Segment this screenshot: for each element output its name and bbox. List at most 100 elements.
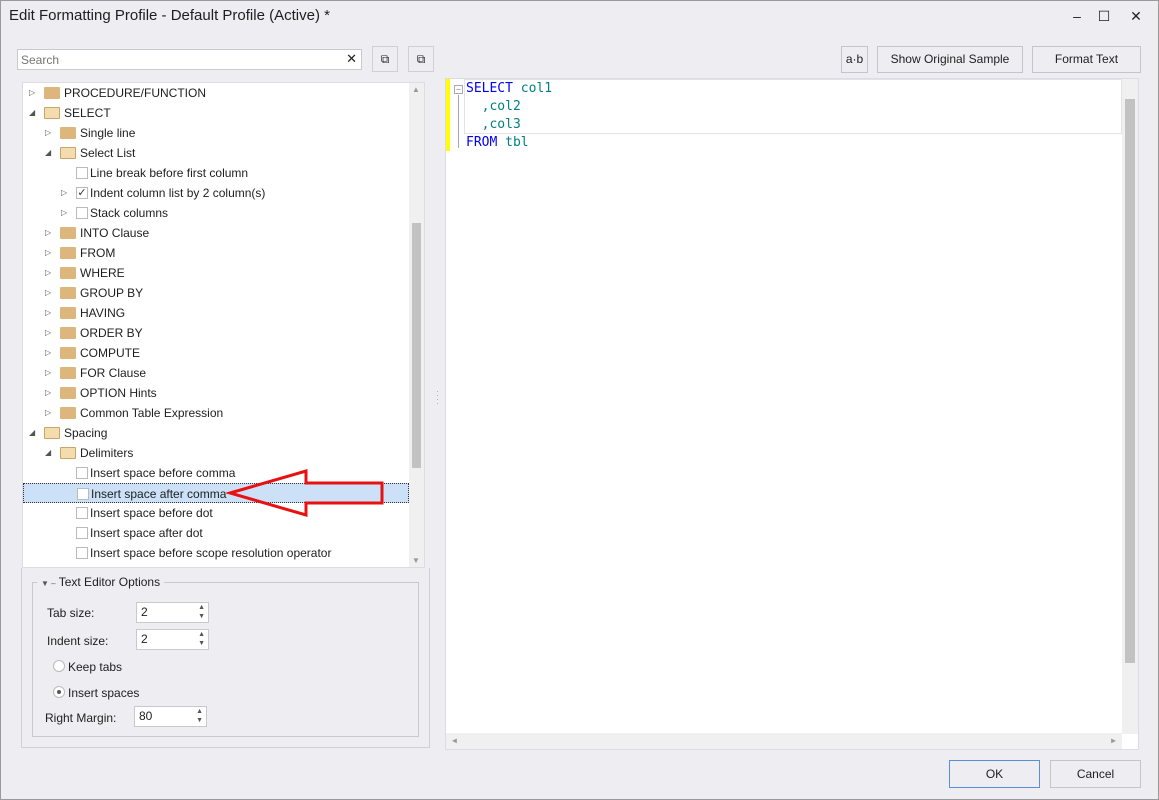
checkbox[interactable] (76, 207, 88, 219)
checkbox[interactable] (76, 507, 88, 519)
clear-search-icon[interactable]: ✕ (346, 51, 357, 67)
tree-item-label: INTO Clause (80, 226, 150, 240)
expanded-arrow-icon[interactable]: ◢ (45, 143, 51, 163)
collapsed-arrow-icon[interactable]: ▷ (45, 363, 51, 383)
expanded-arrow-icon[interactable]: ◢ (45, 443, 51, 463)
tree-scrollbar[interactable]: ▲ ▼ (409, 83, 424, 567)
expand-all-button[interactable]: ⧉ (372, 46, 398, 72)
tree-item[interactable]: ▷ FROM (23, 243, 409, 263)
code-token: tbl (497, 135, 529, 150)
collapsed-arrow-icon[interactable]: ▷ (45, 343, 51, 363)
collapsed-arrow-icon[interactable]: ▷ (45, 223, 51, 243)
checkbox[interactable]: ✓ (76, 187, 88, 199)
tree-item-label: Single line (80, 126, 136, 140)
collapsed-arrow-icon[interactable]: ▷ (45, 283, 51, 303)
fold-toggle-icon[interactable]: − (454, 85, 463, 94)
tree-item-label: Insert space after comma (91, 487, 227, 501)
tree-item[interactable]: Insert space before scope resolution ope… (23, 543, 409, 563)
collapsed-arrow-icon[interactable]: ▷ (29, 83, 35, 103)
folder-icon (60, 227, 76, 239)
tree-item[interactable]: ▷ INTO Clause (23, 223, 409, 243)
minimize-button[interactable]: – (1065, 5, 1089, 27)
tree-item[interactable]: ▷ Single line (23, 123, 409, 143)
folder-icon (60, 267, 76, 279)
tree-item[interactable]: Line break before first column (23, 163, 409, 183)
code-token: SELECT (466, 81, 513, 96)
tree-item[interactable]: ▷ HAVING (23, 303, 409, 323)
show-original-sample-button[interactable]: Show Original Sample (877, 46, 1023, 73)
tree-item[interactable]: ◢ SELECT (23, 103, 409, 123)
editor-scroll-thumb[interactable] (1125, 99, 1135, 663)
collapsed-arrow-icon[interactable]: ▷ (45, 323, 51, 343)
tree-item-label: GROUP BY (80, 286, 144, 300)
sql-preview-editor[interactable]: − SELECT col1 ,col2 ,col3 FROM tbl ◀ ▶ (445, 78, 1139, 750)
folder-open-icon (44, 107, 60, 119)
collapsed-arrow-icon[interactable]: ▷ (45, 123, 51, 143)
splitter-grip-icon[interactable]: · · · · (436, 387, 439, 408)
tree-item-label: Delimiters (80, 446, 134, 460)
code-token: FROM (466, 135, 498, 150)
tree-item[interactable]: ▷ PROCEDURE/FUNCTION (23, 83, 409, 103)
cancel-button[interactable]: Cancel (1050, 760, 1141, 788)
tree-item[interactable]: ▷ GROUP BY (23, 283, 409, 303)
code-line: FROM tbl (466, 135, 529, 150)
tree-item-label: Common Table Expression (80, 406, 224, 420)
ok-button[interactable]: OK (949, 760, 1040, 788)
collapse-all-button[interactable]: ⧉ (408, 46, 434, 72)
tree-item[interactable]: ▷ Common Table Expression (23, 403, 409, 423)
collapsed-arrow-icon[interactable]: ▷ (45, 243, 51, 263)
collapsed-arrow-icon[interactable]: ▷ (45, 383, 51, 403)
change-bar (446, 79, 450, 151)
tree-item-label: Insert space before dot (90, 506, 213, 520)
options-panel-border (21, 568, 430, 748)
tree-item-label: Line break before first column (90, 166, 249, 180)
tree-item[interactable]: ▷ COMPUTE (23, 343, 409, 363)
tree-item-label: WHERE (80, 266, 125, 280)
tree-item-label: ORDER BY (80, 326, 143, 340)
tree-item[interactable]: ▷ OPTION Hints (23, 383, 409, 403)
checkbox[interactable] (76, 547, 88, 559)
tree-item-label: Insert space before scope resolution ope… (90, 546, 332, 560)
collapsed-arrow-icon[interactable]: ▷ (61, 203, 67, 223)
collapsed-arrow-icon[interactable]: ▷ (45, 403, 51, 423)
tree-item-label: Select List (80, 146, 136, 160)
expanded-arrow-icon[interactable]: ◢ (29, 103, 35, 123)
collapsed-arrow-icon[interactable]: ▷ (45, 303, 51, 323)
tree-item[interactable]: ▷ Stack columns (23, 203, 409, 223)
tree-item[interactable]: ◢ Select List (23, 143, 409, 163)
toggle-whitespace-button[interactable]: a·b (841, 46, 868, 73)
search-input[interactable] (18, 50, 338, 69)
tree-item[interactable]: Insert space after dot (23, 523, 409, 543)
checkbox[interactable] (76, 527, 88, 539)
checkbox[interactable] (77, 488, 89, 500)
tree-item[interactable]: ◢ Spacing (23, 423, 409, 443)
format-text-button[interactable]: Format Text (1032, 46, 1141, 73)
tree-item[interactable]: ◢ Delimiters (23, 443, 409, 463)
folder-icon (60, 387, 76, 399)
tree-item-label: Spacing (64, 426, 108, 440)
tree-item[interactable]: ▷ ✓ Indent column list by 2 column(s) (23, 183, 409, 203)
maximize-button[interactable]: ☐ (1092, 5, 1116, 27)
collapsed-arrow-icon[interactable]: ▷ (61, 183, 67, 203)
checkbox[interactable] (76, 467, 88, 479)
folder-icon (60, 367, 76, 379)
code-token: , (466, 99, 490, 114)
editor-vscrollbar[interactable] (1122, 79, 1138, 734)
folder-open-icon (44, 427, 60, 439)
folder-open-icon (60, 147, 76, 159)
close-button[interactable]: ✕ (1124, 5, 1148, 27)
current-line-highlight (464, 79, 1122, 134)
tree-scroll-thumb[interactable] (412, 223, 421, 468)
tree-item-label: Indent column list by 2 column(s) (90, 186, 266, 200)
search-box[interactable]: ✕ (17, 49, 362, 70)
tree-item[interactable]: ▷ ORDER BY (23, 323, 409, 343)
tree-item-label: SELECT (64, 106, 111, 120)
tree-item[interactable]: ▷ WHERE (23, 263, 409, 283)
tree-item[interactable]: ▷ FOR Clause (23, 363, 409, 383)
expanded-arrow-icon[interactable]: ◢ (29, 423, 35, 443)
editor-hscrollbar[interactable]: ◀ ▶ (446, 733, 1122, 749)
checkbox[interactable] (76, 167, 88, 179)
code-token: col3 (489, 117, 521, 132)
collapsed-arrow-icon[interactable]: ▷ (45, 263, 51, 283)
code-line: ,col2 (466, 99, 521, 114)
